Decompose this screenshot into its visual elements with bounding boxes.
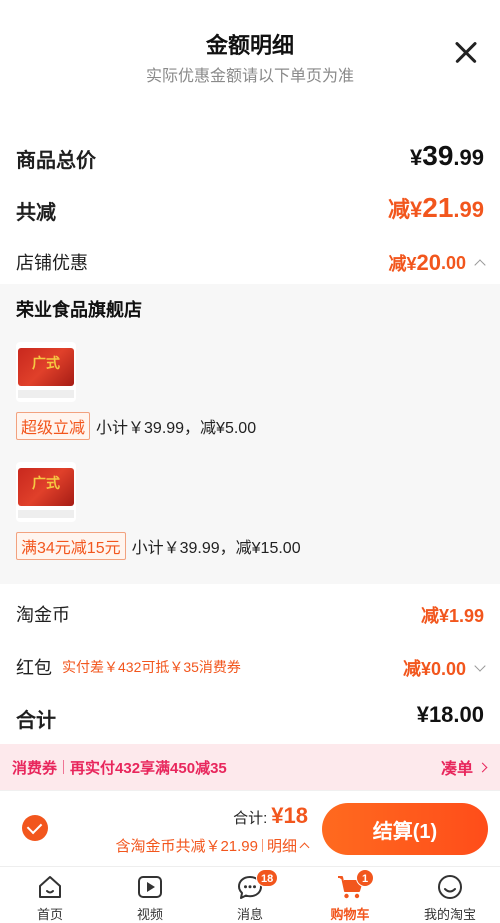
chevron-right-icon	[477, 762, 488, 772]
sheet-header: 金额明细 实际优惠金额请以下单页为准	[0, 0, 500, 100]
sum-value: ¥18.00	[416, 702, 484, 727]
divider	[63, 760, 65, 774]
bottom-tab-bar: 首页 视频 18 消息 1 购物车 我的淘宝	[0, 866, 500, 923]
tab-label: 消息	[236, 907, 263, 922]
total-reduce-value: 减¥21.99	[388, 192, 484, 224]
chevron-up-icon[interactable]	[474, 259, 486, 271]
product-thumbnail[interactable]: 广式	[16, 342, 76, 402]
detail-toggle[interactable]: 明细	[266, 835, 310, 856]
product-subtotal: 小计￥39.99，减¥15.00	[131, 540, 301, 557]
tab-label: 我的淘宝	[423, 907, 476, 922]
checkout-detail-text: 含淘金币共减￥21.99	[115, 838, 258, 855]
sheet-subtitle: 实际优惠金额请以下单页为准	[145, 68, 354, 85]
store-discount-decimal: .00	[440, 252, 466, 273]
chevron-up-icon	[299, 842, 310, 853]
home-icon	[39, 876, 61, 898]
product-package-image: 广式	[18, 468, 74, 506]
checkout-sum-line: 合计: ¥18	[115, 803, 308, 829]
sheet-title: 金额明细	[205, 33, 294, 58]
taobao-coin-row: 淘金币 减¥1.99	[16, 598, 484, 628]
tab-video[interactable]: 视频	[100, 867, 200, 923]
tab-label: 视频	[136, 907, 163, 922]
store-discount-label: 店铺优惠	[16, 253, 88, 273]
total-price-integer: 39	[422, 140, 454, 171]
checkout-sum-label: 合计:	[233, 810, 268, 827]
product-discount-info: 超级立减 小计￥39.99，减¥5.00	[16, 412, 256, 440]
chevron-down-icon[interactable]	[474, 660, 486, 672]
reduce-integer: 21	[422, 192, 454, 223]
close-icon[interactable]	[452, 38, 480, 66]
red-packet-hint: 实付差￥432可抵￥35消费券	[62, 659, 241, 675]
profile-icon	[438, 875, 462, 899]
total-price-value: ¥39.99	[410, 140, 484, 172]
checkout-summary: 合计: ¥18 含淘金币共减￥21.99 明细	[115, 803, 310, 856]
red-packet-value[interactable]: 减¥0.00	[402, 655, 486, 681]
reduce-decimal: .99	[453, 197, 484, 222]
package-strip	[18, 510, 74, 518]
select-all-checkbox[interactable]	[22, 815, 48, 841]
package-strip	[18, 390, 74, 398]
product-subtotal: 小计￥39.99，减¥5.00	[96, 420, 257, 437]
red-packet-label-group: 红包 实付差￥432可抵￥35消费券	[16, 654, 241, 680]
tab-home[interactable]: 首页	[0, 867, 100, 923]
tab-label: 首页	[36, 907, 63, 922]
total-reduce-row: 共减 减¥21.99	[16, 192, 484, 226]
package-logo-text: 广式	[32, 355, 60, 371]
total-price-label: 商品总价	[16, 150, 96, 172]
coupon-promo-bar: 消费券 再实付432享满450减35 凑单	[0, 744, 500, 790]
product-thumbnail[interactable]: 广式	[16, 462, 76, 522]
add-items-label: 凑单	[440, 761, 473, 778]
store-name: 荣业食品旗舰店	[16, 300, 142, 320]
product-package-image: 广式	[18, 348, 74, 386]
divider	[261, 839, 263, 852]
checkout-detail-line: 含淘金币共减￥21.99 明细	[115, 835, 310, 856]
sum-row: 合计 ¥18.00	[16, 702, 484, 736]
coin-value: 减¥1.99	[420, 606, 484, 626]
red-packet-row[interactable]: 红包 实付差￥432可抵￥35消费券 减¥0.00	[16, 652, 486, 682]
cart-count-badge: 1	[356, 869, 374, 887]
message-count-badge: 18	[256, 869, 279, 887]
tab-cart[interactable]: 1 购物车	[300, 867, 400, 923]
store-discount-integer: 20	[416, 250, 441, 275]
store-discount-value[interactable]: 减¥ 20.00	[388, 250, 486, 276]
total-price-decimal: .99	[453, 145, 484, 170]
reduce-prefix: 减¥	[388, 197, 423, 222]
checkout-sum-amount: ¥18	[271, 803, 308, 828]
total-price-row: 商品总价 ¥39.99	[16, 140, 484, 174]
product-discount-info: 满34元减15元 小计￥39.99，减¥15.00	[16, 532, 301, 560]
discount-tag: 满34元减15元	[16, 532, 126, 560]
video-icon	[138, 876, 162, 898]
store-discount-row[interactable]: 店铺优惠 减¥ 20.00	[16, 246, 486, 276]
currency-symbol: ¥	[410, 145, 423, 170]
tab-profile[interactable]: 我的淘宝	[400, 867, 500, 923]
amount-detail-sheet: 金额明细 实际优惠金额请以下单页为准 商品总价 ¥39.99 共减 减¥21.9…	[0, 0, 500, 923]
discount-tag: 超级立减	[16, 412, 91, 440]
red-packet-amount: 减¥0.00	[402, 659, 466, 679]
red-packet-label: 红包	[16, 658, 52, 678]
checkout-bar: 合计: ¥18 含淘金币共减￥21.99 明细 结算(1)	[0, 790, 500, 866]
tab-messages[interactable]: 18 消息	[200, 867, 300, 923]
coin-label: 淘金币	[16, 605, 70, 625]
store-discount-prefix: 减¥	[388, 254, 417, 274]
store-discount-panel: 荣业食品旗舰店 广式 超级立减 小计￥39.99，减¥5.00 广式 满34元减…	[0, 284, 500, 584]
coupon-tag: 消费券	[12, 759, 58, 777]
detail-toggle-label: 明细	[266, 838, 297, 855]
sum-label: 合计	[16, 710, 56, 732]
package-logo-text: 广式	[32, 475, 60, 491]
checkout-button[interactable]: 结算(1)	[322, 803, 488, 855]
coupon-message: 再实付432享满450减35	[70, 759, 227, 777]
tab-label: 购物车	[330, 907, 370, 922]
total-reduce-label: 共减	[16, 202, 56, 224]
add-items-link[interactable]: 凑单	[440, 755, 488, 779]
